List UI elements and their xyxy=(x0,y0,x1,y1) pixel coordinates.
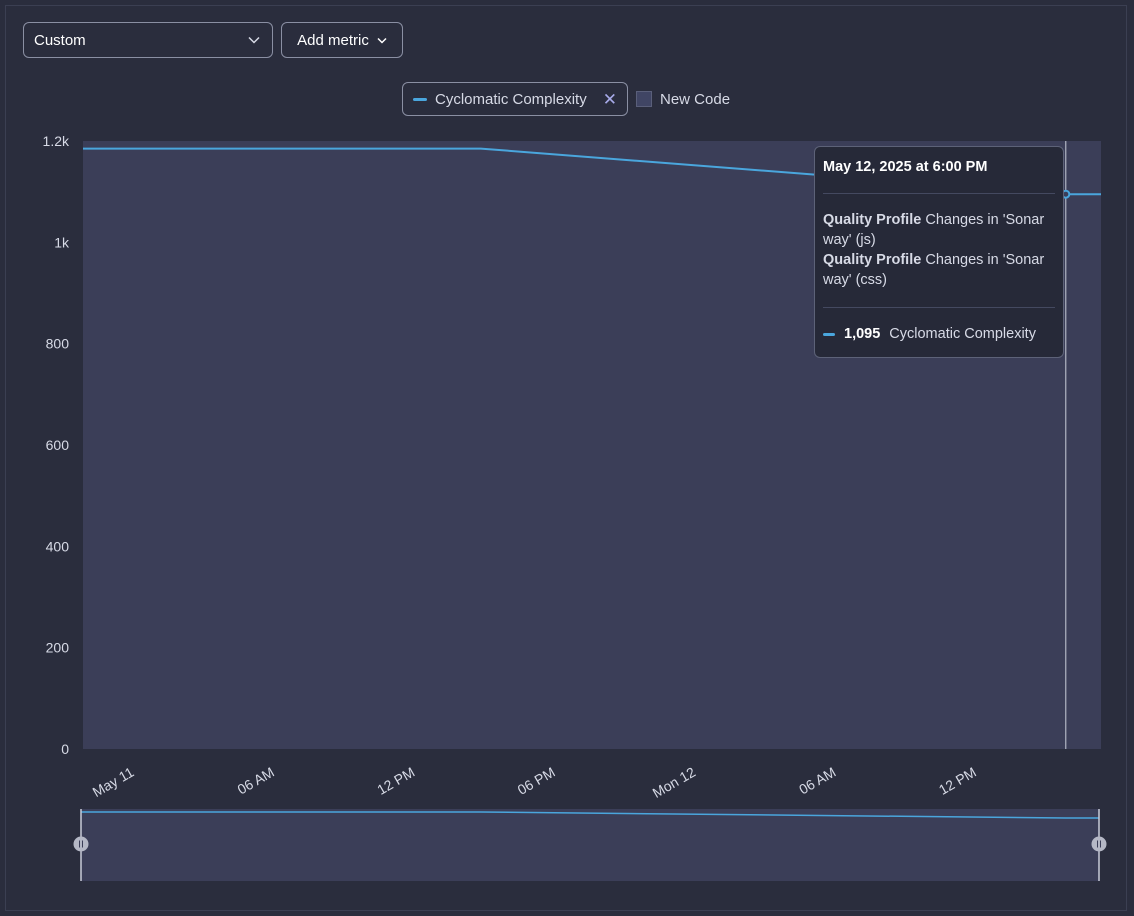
x-tick-label: 12 PM xyxy=(936,764,979,798)
x-tick-label: Mon 12 xyxy=(650,764,699,801)
tooltip-value: 1,095 xyxy=(844,326,881,342)
series-line-icon xyxy=(823,332,835,336)
chart-tooltip: May 12, 2025 at 6:00 PM Quality Profile … xyxy=(814,146,1064,358)
tooltip-event-category: Quality Profile xyxy=(823,212,922,228)
tooltip-event: Quality Profile Changes in 'Sonar way' (… xyxy=(823,210,1055,250)
tooltip-divider xyxy=(823,193,1055,194)
y-tick-label: 800 xyxy=(46,336,70,352)
tooltip-event: Quality Profile Changes in 'Sonar way' (… xyxy=(823,250,1055,290)
y-tick-label: 600 xyxy=(46,437,70,453)
x-tick-label: 12 PM xyxy=(374,764,417,798)
y-tick-label: 200 xyxy=(46,640,70,656)
x-tick-label: 06 AM xyxy=(235,764,277,798)
tooltip-series-name: Cyclomatic Complexity xyxy=(889,326,1036,342)
metrics-chart[interactable]: 0 200 400 600 800 1k 1.2k May 11 06 AM 12 PM 06 PM… xyxy=(0,0,1134,916)
x-tick-label: 06 AM xyxy=(796,764,838,798)
y-tick-label: 400 xyxy=(46,538,70,554)
tooltip-date: May 12, 2025 at 6:00 PM xyxy=(823,159,988,175)
tooltip-value-row: 1,095 Cyclomatic Complexity xyxy=(823,324,1055,344)
x-tick-label: 06 PM xyxy=(515,764,558,798)
tooltip-event-category: Quality Profile xyxy=(823,252,922,268)
y-tick-label: 0 xyxy=(61,741,69,757)
zoom-overview-area xyxy=(81,809,1099,881)
y-tick-label: 1.2k xyxy=(43,133,70,149)
zoom-handle[interactable] xyxy=(73,836,89,852)
zoom-handle[interactable] xyxy=(1091,836,1107,852)
x-tick-label: May 11 xyxy=(90,764,137,800)
y-tick-label: 1k xyxy=(54,234,70,250)
tooltip-divider xyxy=(823,307,1055,308)
